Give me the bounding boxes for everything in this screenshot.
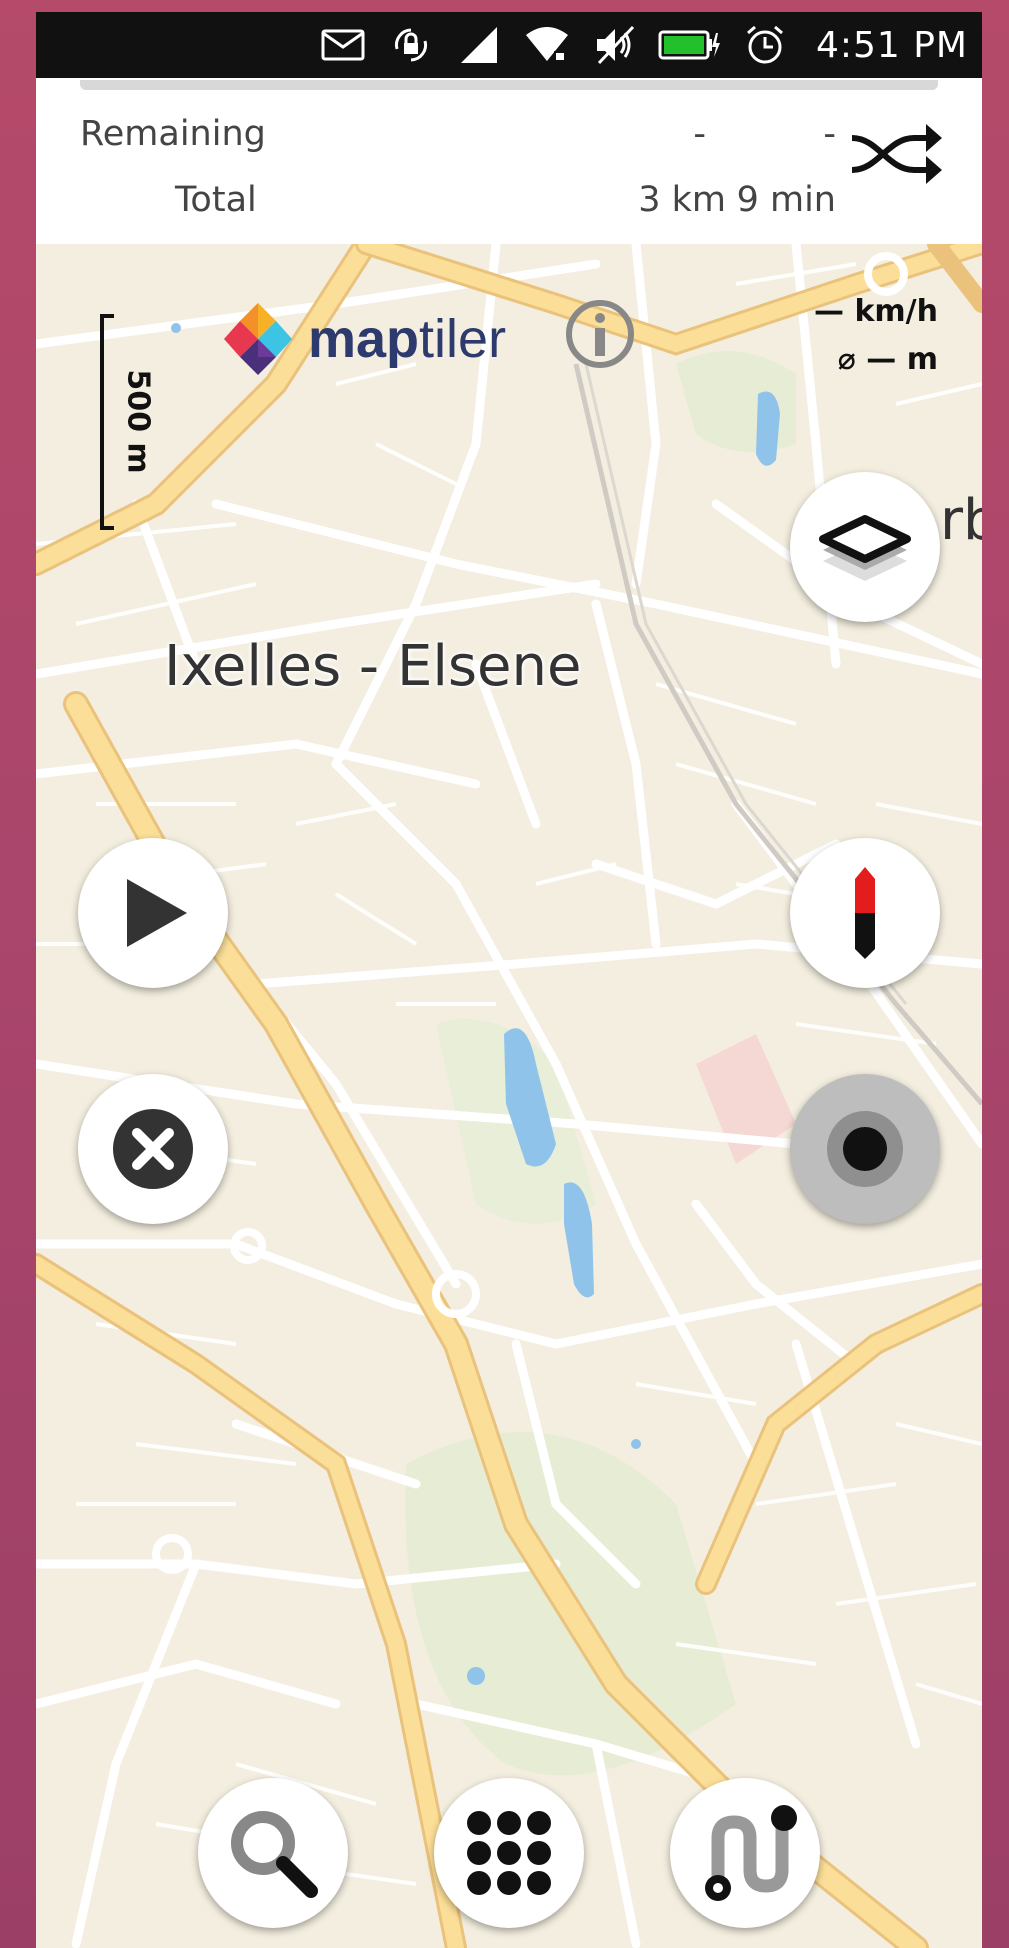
average-value: ⌀ — m xyxy=(837,342,938,377)
battery-charging-icon xyxy=(658,20,722,70)
locate-icon xyxy=(827,1111,903,1187)
total-time: 9 min xyxy=(736,180,836,220)
compass-icon xyxy=(855,867,875,959)
route-button[interactable] xyxy=(670,1778,820,1928)
clear-route-button[interactable] xyxy=(78,1074,228,1224)
remaining-distance: - xyxy=(693,114,706,154)
search-button[interactable] xyxy=(198,1778,348,1928)
speed-readout: — km/h ⌀ — m xyxy=(814,288,938,384)
play-icon xyxy=(127,879,187,947)
route-info-panel: Remaining - - Total 3 km 9 min xyxy=(36,78,982,244)
status-bar: 4:51 PM xyxy=(36,12,982,78)
compass-button[interactable] xyxy=(790,838,940,988)
layers-icon xyxy=(819,515,911,581)
maptiler-logo: map tiler xyxy=(222,294,506,384)
close-icon xyxy=(113,1109,193,1189)
place-label: Ixelles - Elsene xyxy=(164,634,582,699)
alarm-icon xyxy=(740,20,790,70)
maptiler-logo-icon xyxy=(224,303,292,375)
phone-screen: 4:51 PM Remaining - - Total 3 km 9 min 5… xyxy=(36,12,982,1948)
total-distance: 3 km xyxy=(638,180,726,220)
route-icon xyxy=(705,1805,797,1901)
total-label: Total xyxy=(175,180,257,220)
route-progress-bar xyxy=(80,80,938,90)
locate-button[interactable] xyxy=(790,1074,940,1224)
rotation-lock-icon xyxy=(386,20,436,70)
play-button[interactable] xyxy=(78,838,228,988)
grid-icon xyxy=(467,1811,551,1895)
speed-value: — km/h xyxy=(814,294,938,329)
scale-label: 500 m xyxy=(120,369,156,474)
menu-button[interactable] xyxy=(434,1778,584,1928)
info-icon[interactable] xyxy=(564,298,636,370)
remaining-label: Remaining xyxy=(80,114,266,154)
maptiler-logo-text-map: map xyxy=(308,309,420,369)
remaining-time: - xyxy=(823,114,836,154)
shuffle-icon[interactable] xyxy=(848,114,944,194)
layers-button[interactable] xyxy=(790,472,940,622)
mail-icon xyxy=(318,20,368,70)
map-view[interactable]: 500 m map tiler — km/h ⌀ — m Ixelles - El… xyxy=(36,244,982,1948)
wifi-lock-icon xyxy=(522,20,572,70)
maptiler-logo-text-tiler: tiler xyxy=(419,309,507,369)
place-label-partial: rb xyxy=(940,488,982,553)
cell-signal-icon xyxy=(454,20,504,70)
clock: 4:51 PM xyxy=(815,24,968,66)
muted-icon xyxy=(590,20,640,70)
search-icon xyxy=(231,1811,318,1898)
